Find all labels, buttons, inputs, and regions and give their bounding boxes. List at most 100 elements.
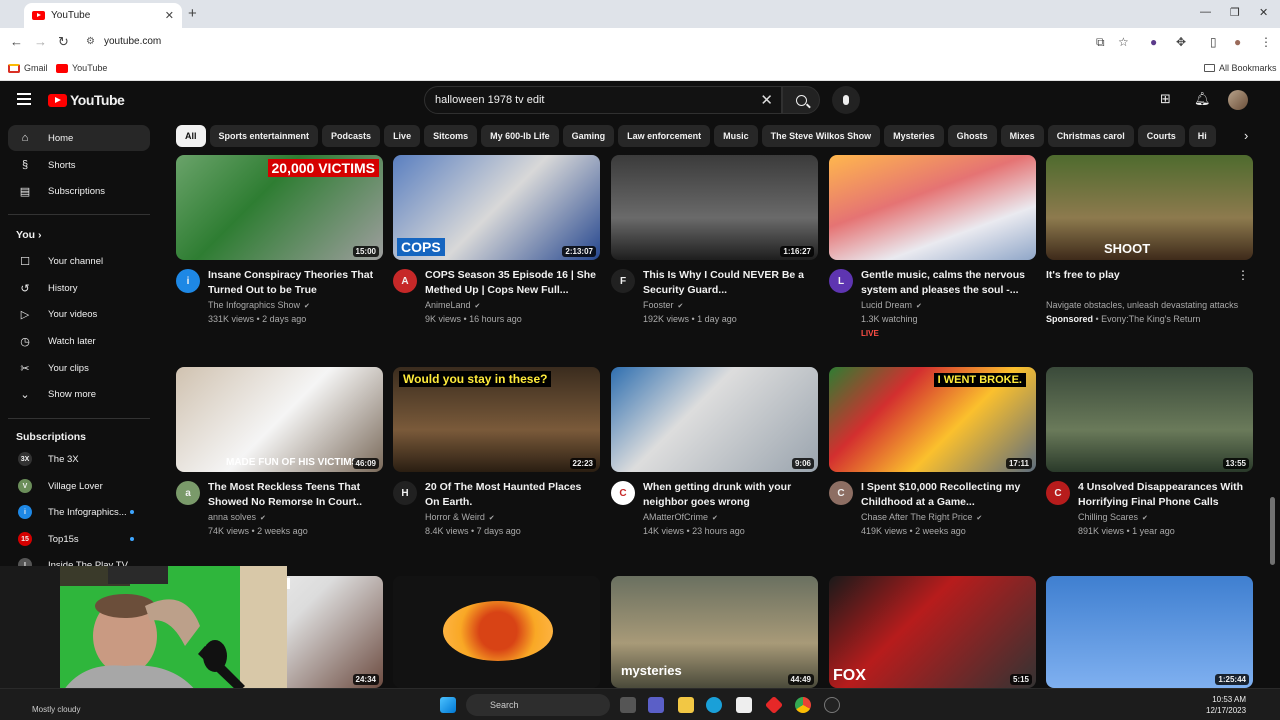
video-card[interactable]: L Gentle music, calms the nervous system …: [829, 155, 1036, 338]
channel-avatar[interactable]: C: [1046, 481, 1070, 505]
video-card[interactable]: 13:55 C 4 Unsolved Disappearances With Hor…: [1046, 367, 1253, 542]
voice-search-button[interactable]: [832, 86, 860, 114]
video-thumbnail[interactable]: COPS 2:13:07: [393, 155, 600, 260]
video-thumbnail[interactable]: 20,000 VICTIMS 15:00: [176, 155, 383, 260]
channel-name[interactable]: Lucid Dream ✔: [861, 300, 922, 310]
reload-icon[interactable]: ↻: [58, 34, 69, 50]
video-card[interactable]: 20,000 VICTIMS 15:00 i Insane Conspiracy Th…: [176, 155, 383, 330]
close-tab-icon[interactable]: ✕: [165, 9, 174, 22]
more-options-icon[interactable]: ⋮: [1237, 268, 1249, 282]
close-window-icon[interactable]: ✕: [1259, 6, 1268, 19]
video-card[interactable]: Would you stay in these? 22:23 H 20 Of The …: [393, 367, 600, 542]
chip-14[interactable]: Courts: [1137, 125, 1185, 147]
chip-12[interactable]: Mixes: [1000, 125, 1044, 147]
video-title[interactable]: It's free to play: [1046, 268, 1218, 283]
video-title[interactable]: Insane Conspiracy Theories That Turned O…: [208, 268, 380, 297]
back-icon[interactable]: ←: [10, 34, 23, 49]
url-field[interactable]: youtube.com: [104, 36, 161, 47]
sidebar-item-home[interactable]: ⌂ Home: [8, 125, 150, 151]
channel-name[interactable]: Horror & Weird ✔: [425, 512, 495, 522]
chip-3[interactable]: Live: [384, 125, 421, 147]
chip-8[interactable]: Music: [714, 125, 758, 147]
chip-15[interactable]: Hi: [1188, 125, 1216, 147]
restore-icon[interactable]: ❐: [1230, 6, 1240, 19]
chip-11[interactable]: Ghosts: [947, 125, 997, 147]
channel-avatar[interactable]: C: [611, 481, 635, 505]
video-thumbnail[interactable]: FOX 5:15: [829, 576, 1036, 688]
channel-name[interactable]: The Infographics Show ✔: [208, 300, 310, 310]
forward-icon[interactable]: →: [34, 34, 47, 49]
video-thumbnail[interactable]: [393, 576, 600, 688]
create-video-icon[interactable]: ⊞: [1160, 91, 1171, 107]
search-input[interactable]: halloween 1978 tv edit ✕: [424, 86, 782, 114]
video-title[interactable]: 4 Unsolved Disappearances With Horrifyin…: [1078, 480, 1250, 509]
minimize-icon[interactable]: —: [1200, 6, 1211, 18]
video-card[interactable]: MADE FUN OF HIS VICTIMS 46:09 a The Most Re…: [176, 367, 383, 542]
video-title[interactable]: When getting drunk with your neighbor go…: [643, 480, 815, 509]
chip-5[interactable]: My 600-lb Life: [481, 125, 559, 147]
channel-name[interactable]: AnimeLand ✔: [425, 300, 480, 310]
video-thumbnail[interactable]: 13:55: [1046, 367, 1253, 472]
video-card[interactable]: 1:25:44: [1046, 576, 1253, 688]
bookmark-gmail[interactable]: Gmail: [8, 63, 48, 73]
chip-4[interactable]: Sitcoms: [424, 125, 478, 147]
all-bookmarks[interactable]: All Bookmarks: [1204, 63, 1277, 73]
menu-hamburger-icon[interactable]: [17, 93, 31, 108]
taskbar-search[interactable]: Search: [466, 694, 610, 716]
extension-icon[interactable]: ●: [1150, 35, 1157, 49]
channel-name[interactable]: Navigate obstacles, unleash devastating …: [1046, 300, 1238, 310]
video-card[interactable]: FOX 5:15: [829, 576, 1036, 688]
clear-search-icon[interactable]: ✕: [760, 91, 773, 109]
file-explorer-icon[interactable]: [678, 697, 694, 713]
video-thumbnail[interactable]: I WENT BROKE. 17:11: [829, 367, 1036, 472]
channel-name[interactable]: anna solves ✔: [208, 512, 266, 522]
video-card[interactable]: 9:06 C When getting drunk with your neighb…: [611, 367, 818, 542]
sidebar-item-subscriptions[interactable]: ▤ Subscriptions: [8, 178, 150, 204]
channel-avatar[interactable]: i: [176, 269, 200, 293]
chip-1[interactable]: Sports entertainment: [209, 125, 319, 147]
menu-kebab-icon[interactable]: ⋮: [1260, 35, 1272, 49]
sidebar-item-show-more[interactable]: ⌄ Show more: [8, 381, 150, 407]
app-red-icon[interactable]: [764, 695, 784, 715]
channel-avatar[interactable]: F: [611, 269, 635, 293]
chip-2[interactable]: Podcasts: [322, 125, 381, 147]
system-clock[interactable]: 10:53 AM 12/17/2023: [1206, 694, 1246, 716]
video-card[interactable]: COPS 2:13:07 A COPS Season 35 Episode 16 | …: [393, 155, 600, 330]
extensions-puzzle-icon[interactable]: ✥: [1176, 35, 1186, 49]
sidebar-item-history[interactable]: ↺ History: [8, 275, 150, 301]
chip-6[interactable]: Gaming: [562, 125, 615, 147]
channel-name[interactable]: Chilling Scares ✔: [1078, 512, 1148, 522]
channel-avatar[interactable]: A: [393, 269, 417, 293]
video-thumbnail[interactable]: MADE FUN OF HIS VICTIMS 46:09: [176, 367, 383, 472]
chips-next-icon[interactable]: ›: [1244, 128, 1248, 143]
channel-name[interactable]: Chase After The Right Price ✔: [861, 512, 982, 522]
video-title[interactable]: The Most Reckless Teens That Showed No R…: [208, 480, 380, 509]
subscription-item[interactable]: 3X The 3X: [8, 446, 150, 472]
video-title[interactable]: Gentle music, calms the nervous system a…: [861, 268, 1033, 297]
channel-name[interactable]: Fooster ✔: [643, 300, 683, 310]
youtube-logo[interactable]: YouTube: [48, 92, 125, 108]
obs-icon[interactable]: [824, 697, 840, 713]
subscription-item[interactable]: 15 Top15s: [8, 526, 150, 552]
profile-avatar[interactable]: ●: [1234, 35, 1241, 49]
chip-13[interactable]: Christmas carol: [1047, 125, 1134, 147]
store-icon[interactable]: [736, 697, 752, 713]
video-thumbnail[interactable]: SHOOT: [1046, 155, 1253, 260]
install-icon[interactable]: ⧉: [1096, 35, 1105, 50]
channel-name[interactable]: AMatterOfCrime ✔: [643, 512, 718, 522]
video-thumbnail[interactable]: Would you stay in these? 22:23: [393, 367, 600, 472]
page-scrollbar[interactable]: [1270, 497, 1275, 565]
chip-7[interactable]: Law enforcement: [618, 125, 711, 147]
side-panel-icon[interactable]: ▯: [1210, 35, 1217, 49]
edge-icon[interactable]: [706, 697, 722, 713]
video-thumbnail[interactable]: mysteries 44:49: [611, 576, 818, 688]
task-view-icon[interactable]: [620, 697, 636, 713]
start-windows-icon[interactable]: [440, 697, 456, 713]
subscription-item[interactable]: V Village Lover: [8, 473, 150, 499]
video-card[interactable]: [393, 576, 600, 688]
channel-avatar[interactable]: L: [829, 269, 853, 293]
sidebar-item-watch-later[interactable]: ◷ Watch later: [8, 328, 150, 354]
browser-tab[interactable]: YouTube ✕: [24, 3, 182, 28]
channel-avatar[interactable]: H: [393, 481, 417, 505]
chip-0[interactable]: All: [176, 125, 206, 147]
